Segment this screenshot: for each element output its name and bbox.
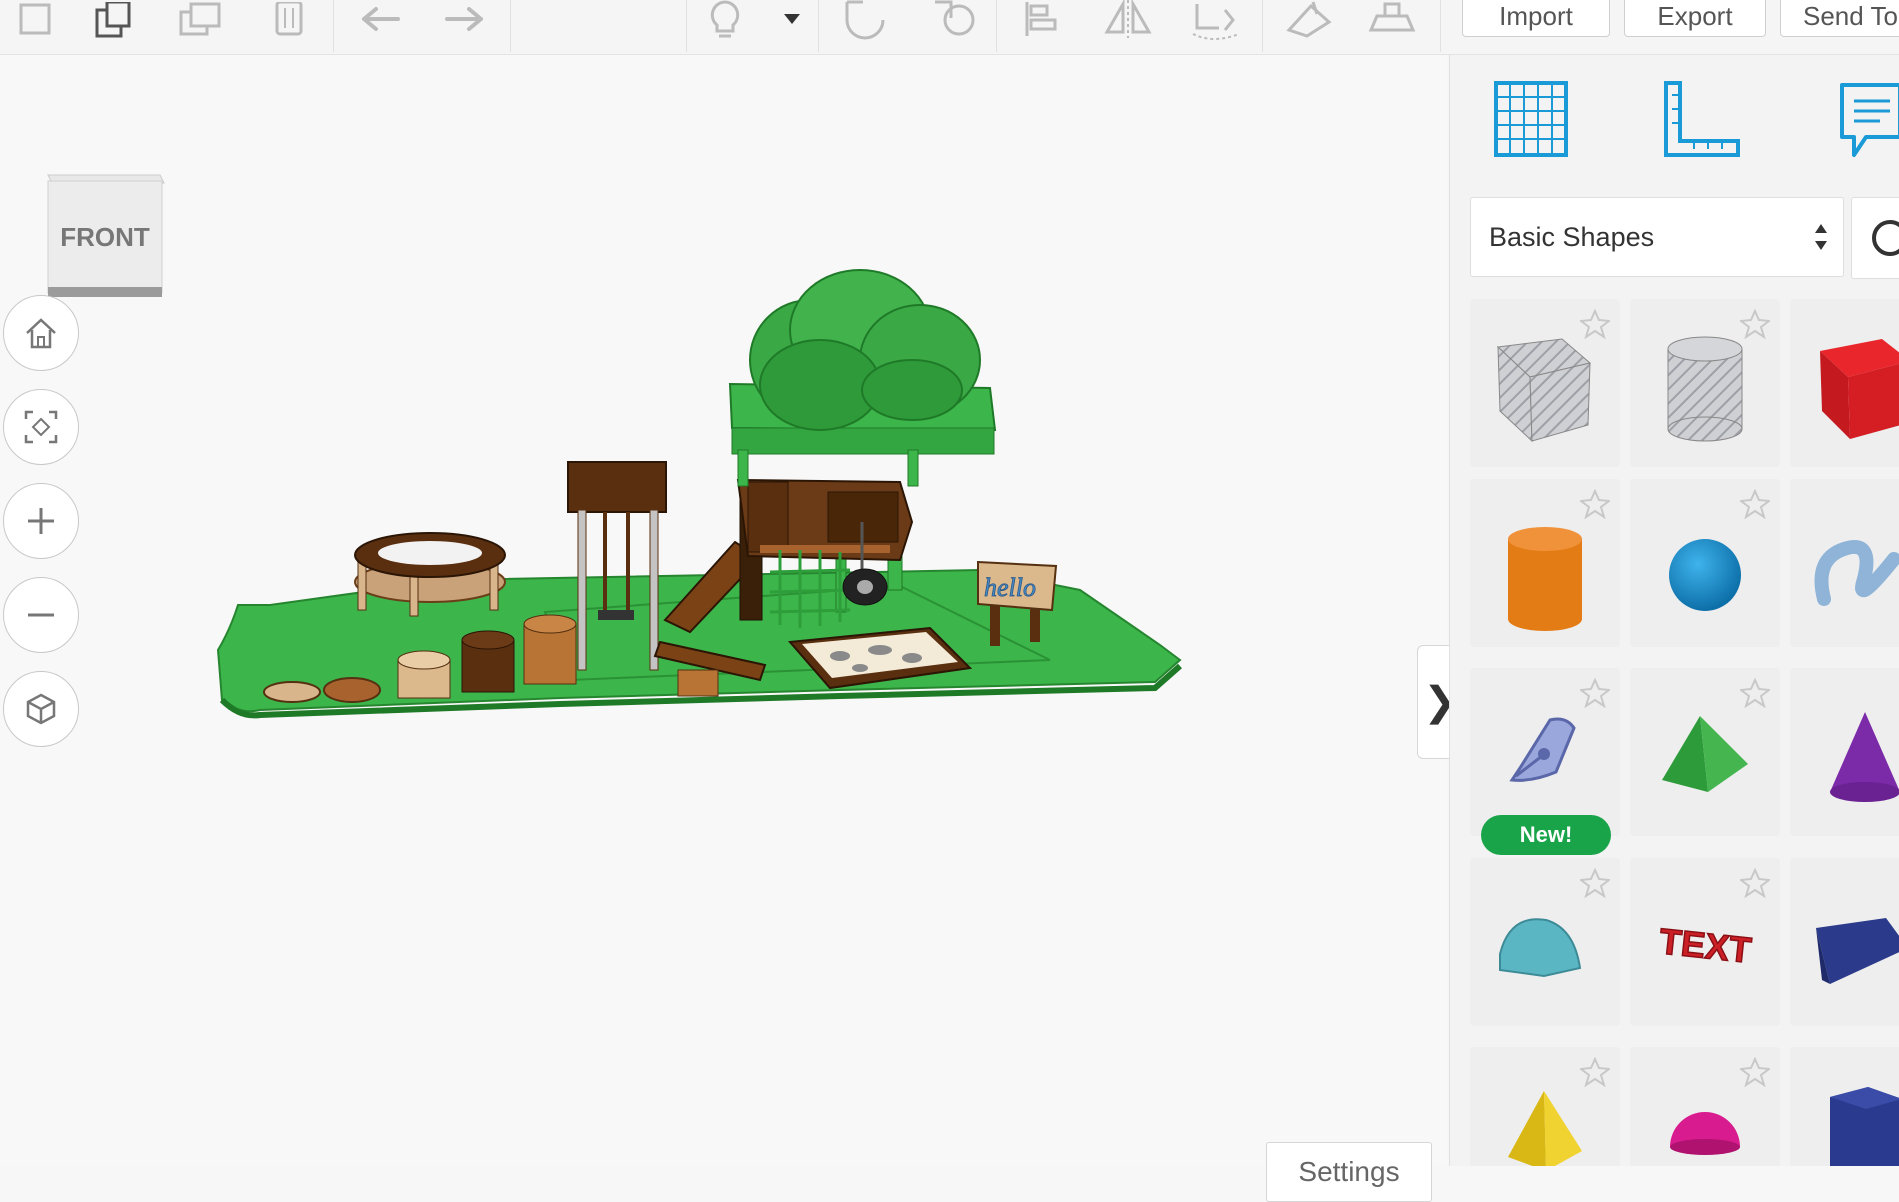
- notes-icon[interactable]: [1836, 79, 1899, 168]
- svg-text:TEXT: TEXT: [1657, 920, 1753, 970]
- favorite-star-icon[interactable]: [1580, 678, 1610, 708]
- favorite-star-icon[interactable]: [1580, 489, 1610, 519]
- shape-tile-round-roof[interactable]: [1470, 858, 1620, 1026]
- scribble-icon: [1814, 540, 1899, 606]
- new-shape-icon[interactable]: [10, 0, 60, 40]
- wedge-icon: [1816, 918, 1899, 984]
- shape-tile-cone[interactable]: [1790, 668, 1899, 836]
- shape-tile-wedge[interactable]: [1790, 858, 1899, 1026]
- align-icon[interactable]: [1016, 0, 1066, 40]
- ruler-icon[interactable]: [1660, 79, 1744, 166]
- settings-button[interactable]: Settings: [1266, 1142, 1432, 1202]
- viewcube-label: FRONT: [60, 222, 150, 252]
- shape-tile-cylinder-hole[interactable]: [1630, 299, 1780, 467]
- export-button[interactable]: Export: [1624, 0, 1766, 37]
- favorite-star-icon[interactable]: [1740, 1057, 1770, 1087]
- undo-icon[interactable]: [355, 0, 405, 40]
- 3d-viewport[interactable]: FRONT hello ❯ Settings: [0, 55, 1462, 1202]
- polygon-icon: [1830, 1087, 1899, 1166]
- import-button[interactable]: Import: [1462, 0, 1610, 37]
- shape-tile-half-sphere[interactable]: [1630, 1047, 1780, 1166]
- favorite-star-icon[interactable]: [1580, 309, 1610, 339]
- shape-tile-cylinder[interactable]: [1470, 479, 1620, 647]
- favorite-star-icon[interactable]: [1740, 309, 1770, 339]
- view-cube[interactable]: FRONT: [42, 167, 172, 312]
- cone-icon: [1830, 712, 1899, 802]
- zoom-in-icon: [28, 508, 54, 534]
- lightbulb-icon[interactable]: [700, 0, 750, 40]
- shape-tile-text[interactable]: TEXT: [1630, 858, 1780, 1026]
- dropdown-icon[interactable]: [772, 0, 812, 40]
- duplicate-icon[interactable]: [176, 0, 226, 40]
- ruler-tool-icon[interactable]: [926, 0, 982, 40]
- ungroup-icon[interactable]: [1282, 0, 1338, 40]
- zoom-in-button[interactable]: [3, 483, 79, 559]
- shape-tile-polygon[interactable]: [1790, 1047, 1899, 1166]
- workplane-icon[interactable]: [1364, 0, 1420, 40]
- box-icon: [1820, 339, 1899, 439]
- zoom-out-button[interactable]: [3, 577, 79, 653]
- new-badge: New!: [1481, 815, 1611, 855]
- sign-text: hello: [984, 573, 1036, 602]
- fit-view-icon: [24, 410, 58, 444]
- fit-view-button[interactable]: [3, 389, 79, 465]
- shape-tile-sphere[interactable]: [1630, 479, 1780, 647]
- playground-model[interactable]: hello: [200, 260, 1200, 825]
- shape-tile-box-hole[interactable]: [1470, 299, 1620, 467]
- shape-search-button[interactable]: [1851, 197, 1899, 279]
- home-view-button[interactable]: [3, 295, 79, 371]
- home-icon: [26, 318, 56, 349]
- shape-tile-pyramid[interactable]: [1470, 1047, 1620, 1166]
- mirror-icon[interactable]: [1100, 0, 1156, 40]
- select-arrows-icon: [1813, 220, 1829, 261]
- note-icon[interactable]: [838, 0, 894, 40]
- shape-tile-roof[interactable]: [1630, 668, 1780, 836]
- zoom-out-icon: [28, 613, 54, 617]
- cube-icon: [26, 693, 56, 725]
- shape-category-select[interactable]: Basic Shapes: [1470, 197, 1844, 277]
- copy-icon[interactable]: [88, 0, 138, 40]
- delete-icon[interactable]: [264, 0, 314, 40]
- ortho-view-button[interactable]: [3, 671, 79, 747]
- send-to-button[interactable]: Send To: [1780, 0, 1899, 37]
- favorite-star-icon[interactable]: [1740, 489, 1770, 519]
- favorite-star-icon[interactable]: [1740, 868, 1770, 898]
- search-icon: [1872, 220, 1899, 256]
- grid-icon[interactable]: [1492, 79, 1572, 166]
- favorite-star-icon[interactable]: [1580, 1057, 1610, 1087]
- redo-icon[interactable]: [440, 0, 490, 40]
- toolbar: Import Export Send To: [0, 0, 1899, 55]
- shape-category-value: Basic Shapes: [1489, 221, 1655, 252]
- shape-tile-box[interactable]: [1790, 299, 1899, 467]
- group-icon[interactable]: [1188, 0, 1244, 40]
- shape-tile-shape-generator[interactable]: New!: [1470, 668, 1620, 855]
- shapes-panel: Basic Shapes New! TEXT: [1449, 55, 1899, 1166]
- favorite-star-icon[interactable]: [1580, 868, 1610, 898]
- shape-tile-scribble[interactable]: [1790, 479, 1899, 647]
- favorite-star-icon[interactable]: [1740, 678, 1770, 708]
